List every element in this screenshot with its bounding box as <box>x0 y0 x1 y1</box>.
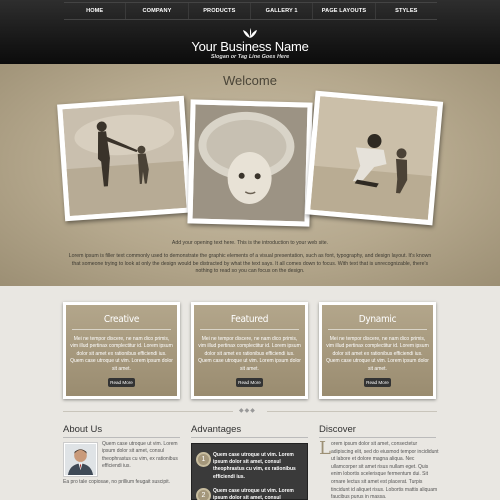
read-more-button[interactable]: Read More <box>108 378 135 388</box>
section-divider: ◆◆◆ <box>63 408 437 414</box>
advantage-text: Quem case utroque ut vim. Lorem ipsum do… <box>213 452 296 480</box>
feature-box-creative: Creative Mei ne tempor discere, ne nam d… <box>63 302 180 399</box>
divider-line-right <box>267 411 437 412</box>
divider-line-left <box>63 411 233 412</box>
nav-styles[interactable]: STYLES <box>376 3 437 19</box>
person-portrait-icon <box>65 444 96 475</box>
about-rule <box>63 437 180 438</box>
advantages-title: Advantages <box>191 424 242 435</box>
discover-title: Discover <box>319 424 356 435</box>
feature-title: Creative <box>103 314 140 325</box>
site-header: HOME COMPANY PRODUCTS GALLERY 1 PAGE LAY… <box>0 0 500 64</box>
feature-title: Featured <box>230 314 269 325</box>
discover-rule <box>319 437 436 438</box>
hero-photo-father-child <box>304 90 444 226</box>
read-more-button[interactable]: Read More <box>236 378 263 388</box>
feature-rule <box>72 329 171 330</box>
brand-name[interactable]: Your Business Name <box>0 39 500 54</box>
feature-title: Dynamic <box>358 314 397 325</box>
about-text: Quem case utroque ut vim. Lorem ipsum do… <box>102 441 178 470</box>
about-title: About Us <box>63 424 103 435</box>
feature-box-featured: Featured Mei ne tempor discere, ne nam d… <box>191 302 308 399</box>
feature-box-dynamic: Dynamic Mei ne tempor discere, ne nam di… <box>319 302 436 399</box>
feature-text: Mei ne tempor discere, ne nam dico primi… <box>70 336 173 372</box>
drop-cap: L <box>319 438 331 459</box>
hero-photo-walk <box>57 95 192 222</box>
feature-text: Mei ne tempor discere, ne nam dico primi… <box>198 336 301 372</box>
advantages-panel: 1 Quem case utroque ut vim. Lorem ipsum … <box>191 443 308 500</box>
nav-gallery[interactable]: GALLERY 1 <box>251 3 314 19</box>
main-nav: HOME COMPANY PRODUCTS GALLERY 1 PAGE LAY… <box>64 2 437 20</box>
divider-dots: ◆◆◆ <box>239 408 256 414</box>
nav-page-layouts[interactable]: PAGE LAYOUTS <box>313 3 376 19</box>
hero-photo-child-hat <box>187 99 313 227</box>
discover-text: orem ipsum dolor sit amet, consectetur a… <box>331 441 439 500</box>
nav-products[interactable]: PRODUCTS <box>189 3 251 19</box>
feature-text: Mei ne tempor discere, ne nam dico primi… <box>326 336 429 372</box>
advantage-text: Quem case utroque ut vim. Lorem ipsum do… <box>213 488 294 500</box>
feature-rule <box>328 329 427 330</box>
hero-title: Welcome <box>223 73 277 88</box>
feature-rule <box>200 329 299 330</box>
hero-intro-text: Add your opening text here. This is the … <box>171 240 329 246</box>
advantages-rule <box>191 437 308 438</box>
leaf-icon <box>243 28 257 38</box>
number-badge: 1 <box>196 452 211 467</box>
read-more-button[interactable]: Read More <box>364 378 391 388</box>
nav-company[interactable]: COMPANY <box>126 3 189 19</box>
brand-slogan: Slogan or Tag Line Goes Here <box>210 54 290 60</box>
avatar <box>63 442 98 477</box>
number-badge: 2 <box>196 488 211 500</box>
hero-body-text: Lorem ipsum is filler text commonly used… <box>68 253 432 275</box>
nav-home[interactable]: HOME <box>64 3 127 19</box>
about-text-2: Ea pro tale copiosae, no prillium feugai… <box>63 479 171 485</box>
